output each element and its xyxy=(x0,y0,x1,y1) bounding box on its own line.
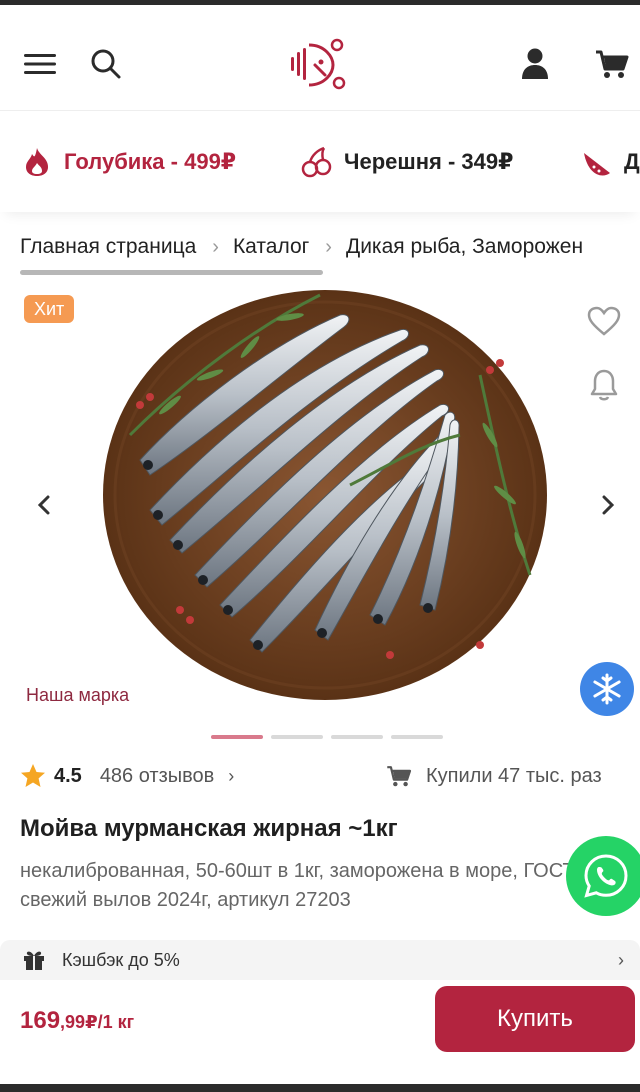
logo[interactable] xyxy=(285,35,349,95)
cart-icon xyxy=(387,766,412,787)
price-unit: ,99₽/1 кг xyxy=(60,1012,135,1032)
frozen-badge[interactable] xyxy=(580,662,634,716)
fire-icon xyxy=(20,145,54,179)
chevron-right-icon: › xyxy=(325,235,332,258)
fish-logo-icon xyxy=(291,38,346,90)
whatsapp-icon xyxy=(584,854,628,898)
reviews-link[interactable]: 486 отзывов xyxy=(100,765,214,788)
gift-icon xyxy=(24,951,44,970)
hamburger-icon xyxy=(24,54,56,74)
purchase-count-text: Купили 47 тыс. раз xyxy=(426,764,602,787)
chevron-right-icon[interactable]: › xyxy=(228,766,234,787)
snowflake-icon xyxy=(593,673,621,705)
product-gallery: Хит Наша марка xyxy=(0,285,640,730)
breadcrumb-home[interactable]: Главная страница xyxy=(20,235,196,259)
promo-item-blueberry[interactable]: Голубика - 499₽ xyxy=(20,145,236,179)
gallery-dot[interactable] xyxy=(331,735,383,739)
purchase-count: Купили 47 тыс. раз xyxy=(386,760,602,792)
breadcrumb-category[interactable]: Дикая рыба, Заморожен xyxy=(346,235,583,259)
promo-item-cherry[interactable]: Черешня - 349₽ xyxy=(300,145,513,179)
buy-button[interactable]: Купить xyxy=(435,986,635,1052)
chevron-right-icon xyxy=(602,495,615,515)
gallery-dot[interactable] xyxy=(271,735,323,739)
gallery-next-button[interactable] xyxy=(588,485,628,525)
breadcrumb-scrollbar[interactable] xyxy=(20,270,323,275)
nav-strip xyxy=(0,1084,640,1092)
chevron-left-icon xyxy=(37,495,50,515)
promo-label: Д xyxy=(624,149,640,174)
product-image[interactable] xyxy=(100,285,560,715)
promo-strip: Голубика - 499₽ Черешня - 349₽ Д xyxy=(0,112,640,212)
profile-button[interactable] xyxy=(513,42,557,86)
gallery-dot[interactable] xyxy=(391,735,443,739)
heart-icon xyxy=(587,306,621,336)
gallery-pagination xyxy=(211,735,443,739)
search-icon xyxy=(91,49,121,79)
promo-item-watermelon[interactable]: Д xyxy=(580,145,640,179)
search-button[interactable] xyxy=(84,42,128,86)
hit-badge: Хит xyxy=(24,295,75,323)
cherry-icon xyxy=(300,145,334,179)
price-main: 169 xyxy=(20,1007,61,1034)
breadcrumb: Главная страница › Каталог › Дикая рыба,… xyxy=(20,230,640,264)
brand-label: Наша марка xyxy=(26,685,130,705)
cashback-label: Кэшбэк до 5% xyxy=(62,949,180,970)
header xyxy=(0,5,640,111)
whatsapp-button[interactable] xyxy=(566,836,640,916)
gallery-dot[interactable] xyxy=(211,735,263,739)
product-title: Мойва мурманская жирная ~1кг xyxy=(20,815,398,842)
notify-button[interactable] xyxy=(582,363,626,407)
rating-value: 4.5 xyxy=(54,764,82,787)
gallery-prev-button[interactable] xyxy=(24,485,64,525)
promo-label: Черешня - 349₽ xyxy=(344,149,514,174)
promo-label: Голубика - 499₽ xyxy=(64,149,237,174)
cart-icon xyxy=(596,50,629,78)
chevron-right-icon: › xyxy=(618,949,624,970)
bell-icon xyxy=(590,369,618,401)
star-icon xyxy=(21,764,45,787)
watermelon-icon xyxy=(580,145,614,179)
menu-button[interactable] xyxy=(18,42,62,86)
chevron-right-icon: › xyxy=(212,235,219,258)
product-description: некалиброванная, 50-60шт в 1кг, замороже… xyxy=(20,860,579,911)
favorite-button[interactable] xyxy=(582,299,626,343)
cart-button[interactable] xyxy=(590,42,634,86)
breadcrumb-catalog[interactable]: Каталог xyxy=(233,235,309,259)
user-icon xyxy=(522,48,548,79)
cashback-banner[interactable]: Кэшбэк до 5% › xyxy=(0,940,640,980)
price: 169,99₽/1 кг xyxy=(20,1007,134,1035)
buy-bar: 169,99₽/1 кг Купить xyxy=(0,980,640,1084)
